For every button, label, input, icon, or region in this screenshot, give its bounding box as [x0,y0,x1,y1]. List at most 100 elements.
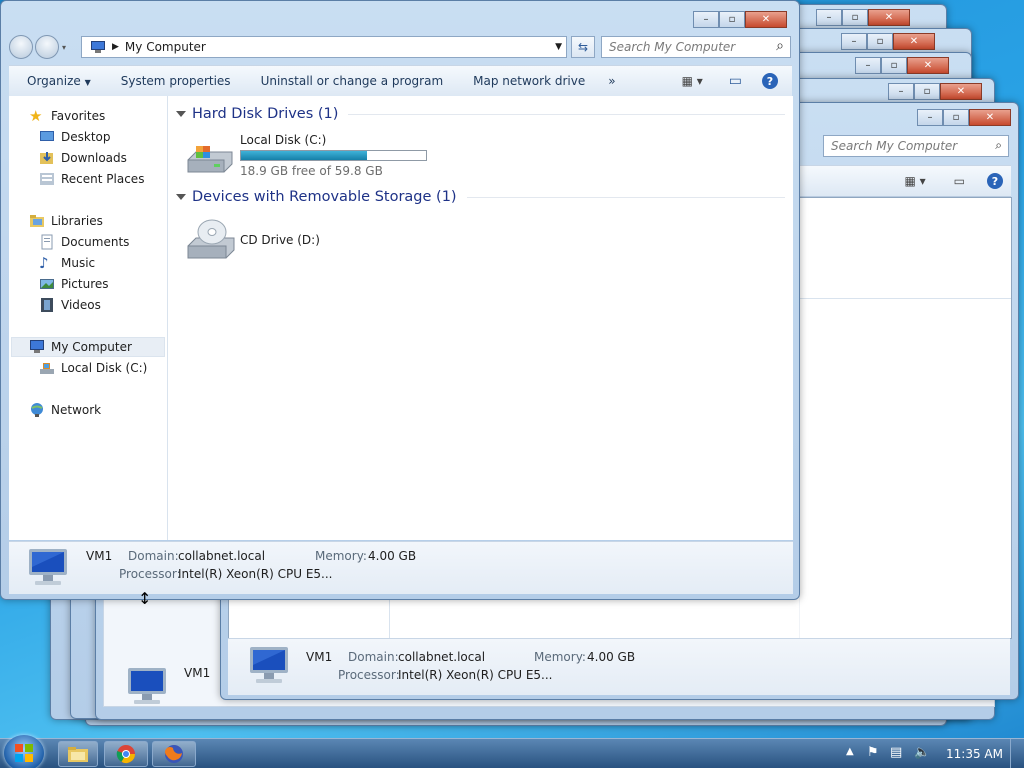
preview-pane-icon[interactable]: ▭ [954,174,965,188]
maximize-button[interactable]: ▫ [881,57,907,74]
maximize-button[interactable]: ▫ [719,11,745,28]
recent-pages-chevron-icon[interactable]: ▾ [62,43,66,52]
computer-icon [29,549,67,585]
taskbar-chrome-button[interactable] [104,741,148,767]
help-icon[interactable]: ? [762,73,778,89]
disk-usage-fill [241,151,367,160]
show-hidden-icons-icon[interactable]: ▲ [846,746,854,757]
search-icon[interactable]: ⌕ [995,138,1002,153]
close-button[interactable]: ✕ [745,11,787,28]
nav-music-label: Music [61,256,96,270]
close-button[interactable]: ✕ [940,83,982,100]
close-button[interactable]: ✕ [893,33,935,50]
computer-icon [30,340,44,353]
nav-documents-label: Documents [61,235,130,249]
local-disk-icon [187,146,233,173]
collapse-arrow-icon[interactable] [176,194,186,200]
show-desktop-button[interactable] [1010,739,1024,768]
cd-drive-item[interactable]: CD Drive (D:) [186,216,386,266]
close-button[interactable]: ✕ [907,57,949,74]
explorer-window[interactable]: – ▫ ✕ ▾ ▶ My Computer ▼ ⇆ Search My Comp… [0,0,800,600]
view-options-icon[interactable]: ▦ ▾ [682,74,703,88]
address-bar-row: ▾ ▶ My Computer ▼ ⇆ Search My Computer ⌕ [9,33,791,61]
nav-documents[interactable]: Documents [39,232,129,252]
taskbar-explorer-button[interactable] [58,741,98,767]
more-commands-button[interactable]: » [600,74,630,88]
organize-button[interactable]: Organize ▼ [9,74,106,88]
address-dropdown-icon[interactable]: ▼ [555,42,562,52]
view-options-icon[interactable]: ▦ ▾ [904,174,925,188]
local-disk-icon [40,363,54,374]
navigation-pane: ★ Favorites Desktop Downloads Recent Plac… [9,96,168,540]
search-placeholder: Search My Computer [609,40,736,54]
domain-label: Domain: [128,549,179,563]
address-field[interactable]: ▶ My Computer ▼ [81,36,567,58]
nav-videos[interactable]: Videos [39,295,101,315]
start-button[interactable] [4,735,44,768]
help-icon[interactable]: ? [987,173,1003,189]
group-removable-storage-label: Devices with Removable Storage (1) [192,189,457,205]
resize-cursor-icon: ↕ [138,589,152,608]
nav-network-label: Network [51,403,102,417]
search-placeholder: Search My Computer [831,139,958,153]
minimize-button[interactable]: – [888,83,914,100]
action-center-icon[interactable]: ⚑ [867,745,879,760]
nav-favorites[interactable]: ★ Favorites [29,106,105,126]
taskbar-firefox-button[interactable] [152,741,196,767]
nav-recent-places[interactable]: Recent Places [39,169,144,189]
minimize-button[interactable]: – [816,9,842,26]
breadcrumb-location[interactable]: My Computer [125,40,206,54]
nav-videos-label: Videos [61,298,101,312]
minimize-button[interactable]: – [855,57,881,74]
map-network-drive-button[interactable]: Map network drive [458,74,600,88]
nav-recent-places-label: Recent Places [61,172,145,186]
search-input[interactable]: Search My Computer ⌕ [823,135,1009,157]
search-icon[interactable]: ⌕ [776,38,784,54]
nav-desktop[interactable]: Desktop [39,127,111,147]
clock[interactable]: 11:35 AM [946,747,1003,761]
nav-network[interactable]: Network [29,400,101,420]
memory-label: Memory: [534,650,586,664]
processor-value: Intel(R) Xeon(R) CPU E5... [398,668,553,682]
minimize-button[interactable]: – [917,109,943,126]
uninstall-program-button[interactable]: Uninstall or change a program [246,74,459,88]
search-input[interactable]: Search My Computer ⌕ [601,36,791,58]
domain-value: collabnet.local [178,549,266,563]
maximize-button[interactable]: ▫ [914,83,940,100]
music-icon: ♪ [39,254,49,272]
minimize-button[interactable]: – [841,33,867,50]
group-removable-storage[interactable]: Devices with Removable Storage (1) [176,189,785,205]
nav-pictures[interactable]: Pictures [39,274,109,294]
processor-label: Processor: [338,668,400,682]
breadcrumb-separator-icon[interactable]: ▶ [112,42,119,52]
preview-pane-icon[interactable]: ▭ [729,73,742,89]
group-hard-disk-drives[interactable]: Hard Disk Drives (1) [176,106,785,122]
chrome-icon [116,745,135,764]
maximize-button[interactable]: ▫ [867,33,893,50]
computer-name: VM1 [86,549,113,563]
explorer-icon [68,747,88,762]
nav-downloads[interactable]: Downloads [39,148,127,168]
close-button[interactable]: ✕ [969,109,1011,126]
nav-local-disk[interactable]: Local Disk (C:) [39,358,147,378]
refresh-button[interactable]: ⇆ [571,36,595,58]
nav-libraries-label: Libraries [51,214,103,228]
local-disk-item[interactable]: Local Disk (C:) 18.9 GB free of 59.8 GB [186,132,486,182]
forward-button[interactable] [35,35,59,59]
nav-music[interactable]: ♪ Music [39,253,95,273]
volume-muted-icon[interactable]: 🔈 [914,745,930,760]
network-status-icon[interactable]: ▤ [890,745,902,760]
system-properties-button[interactable]: System properties [106,74,246,88]
computer-icon [91,41,105,53]
nav-my-computer[interactable]: My Computer [29,337,132,357]
nav-libraries[interactable]: Libraries [29,211,103,231]
close-button[interactable]: ✕ [868,9,910,26]
downloads-icon [40,152,53,164]
local-disk-free-space: 18.9 GB free of 59.8 GB [240,164,383,178]
firefox-icon [165,745,183,763]
collapse-arrow-icon[interactable] [176,111,186,117]
minimize-button[interactable]: – [693,11,719,28]
back-button[interactable] [9,35,33,59]
maximize-button[interactable]: ▫ [842,9,868,26]
maximize-button[interactable]: ▫ [943,109,969,126]
